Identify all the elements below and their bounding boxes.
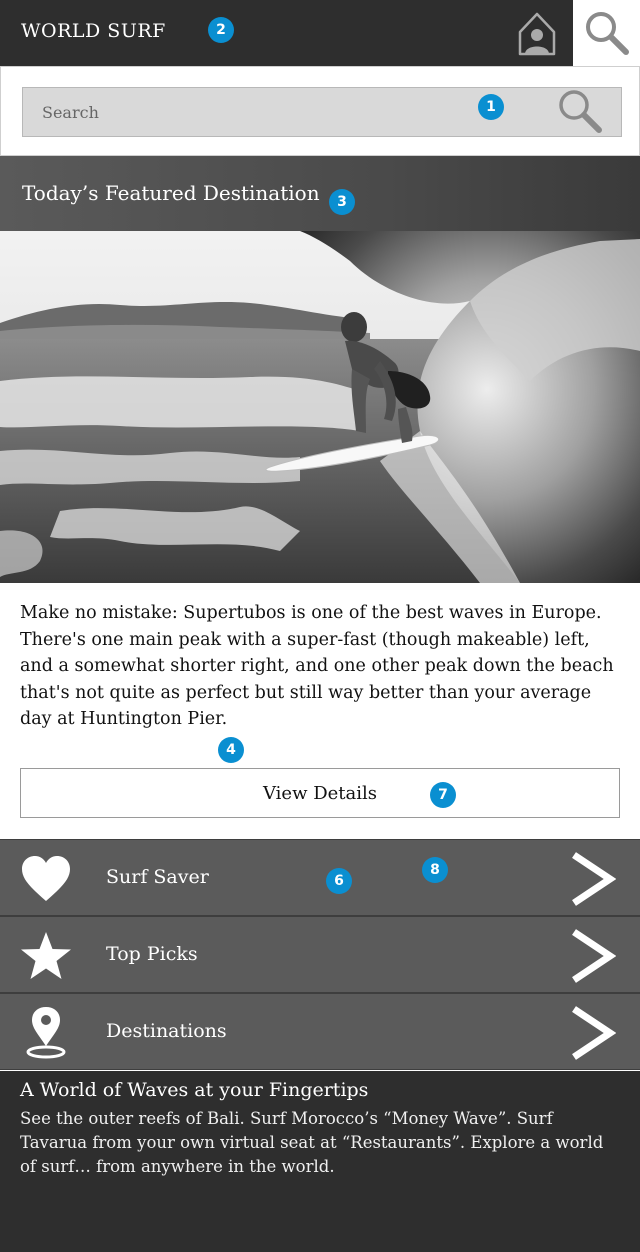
featured-title: Today’s Featured Destination: [22, 181, 320, 205]
annotation-badge-3: 3: [329, 189, 355, 215]
search-panel: [0, 66, 640, 156]
chevron-right-icon: [572, 852, 616, 906]
brand-title[interactable]: WORLD SURF: [21, 20, 166, 42]
home-button[interactable]: [510, 6, 564, 60]
annotation-badge-6: 6: [326, 868, 352, 894]
menu-item-surf-saver[interactable]: Surf Saver: [0, 839, 640, 916]
map-pin-icon: [18, 1006, 74, 1060]
menu-item-top-picks[interactable]: Top Picks: [0, 916, 640, 993]
star-icon: [18, 929, 74, 983]
search-input[interactable]: [22, 87, 622, 137]
top-bar: WORLD SURF: [0, 0, 640, 66]
home-user-icon: [518, 12, 556, 56]
annotation-badge-8: 8: [422, 857, 448, 883]
menu-item-label: Destinations: [106, 1020, 227, 1042]
surfer-barrel-wave-photo: [0, 231, 640, 583]
search-icon: [585, 12, 629, 55]
annotation-badge-2: 2: [208, 17, 234, 43]
view-details-button[interactable]: View Details: [20, 768, 620, 818]
chevron-right-icon: [572, 1006, 616, 1060]
footer-text: See the outer reefs of Bali. Surf Morocc…: [20, 1109, 604, 1176]
search-icon[interactable]: [556, 88, 604, 136]
menu-item-label: Top Picks: [106, 943, 198, 965]
footer-promo: A World of Waves at your Fingertips See …: [0, 1071, 640, 1252]
featured-description: Make no mistake: Supertubos is one of th…: [20, 603, 614, 729]
featured-image[interactable]: [0, 231, 640, 583]
chevron-right-icon: [572, 929, 616, 983]
annotation-badge-4: 4: [218, 737, 244, 763]
annotation-badge-7: 7: [430, 782, 456, 808]
menu-item-destinations[interactable]: Destinations: [0, 993, 640, 1070]
menu-item-label: Surf Saver: [106, 866, 209, 888]
search-toggle-button[interactable]: [573, 0, 640, 66]
heart-icon: [18, 852, 74, 906]
featured-header: Today’s Featured Destination: [0, 156, 640, 231]
annotation-badge-1: 1: [478, 94, 504, 120]
footer-title: A World of Waves at your Fingertips: [20, 1079, 369, 1101]
